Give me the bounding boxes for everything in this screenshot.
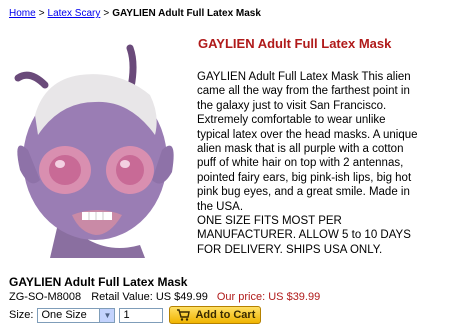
- our-price-label: Our price:: [216, 291, 266, 303]
- product-image[interactable]: [10, 40, 181, 258]
- our-price-value: US $39.99: [268, 291, 321, 303]
- quantity-input[interactable]: 1: [119, 307, 164, 323]
- breadcrumb: Home > Latex Scary > GAYLIEN Adult Full Late…: [9, 8, 261, 20]
- purchase-controls: Size: One Size ▼ 1 Add to Cart: [9, 306, 262, 324]
- product-description-block: GAYLIEN Adult Full Latex Mask This alien…: [197, 70, 419, 257]
- product-title: GAYLIEN Adult Full Latex Mask: [198, 36, 392, 51]
- chevron-down-icon: ▼: [99, 308, 115, 322]
- breadcrumb-current: GAYLIEN Adult Full Latex Mask: [112, 8, 261, 19]
- sku: ZG-SO-M8008: [9, 291, 82, 303]
- size-label: Size:: [9, 309, 34, 321]
- breadcrumb-separator: >: [103, 8, 110, 19]
- retail-label: Retail Value:: [91, 291, 153, 303]
- breadcrumb-separator: >: [38, 8, 45, 19]
- product-name: GAYLIEN Adult Full Latex Mask: [9, 275, 188, 289]
- price-line: ZG-SO-M8008 Retail Value: US $49.99 Our …: [9, 291, 320, 303]
- add-to-cart-label: Add to Cart: [195, 309, 256, 321]
- size-select-value: One Size: [41, 309, 87, 321]
- shipping-notice: ONE SIZE FITS MOST PER MANUFACTURER. ALL…: [197, 215, 411, 256]
- product-description: GAYLIEN Adult Full Latex Mask This alien…: [197, 71, 418, 213]
- breadcrumb-home-link[interactable]: Home: [9, 8, 36, 19]
- breadcrumb-category-link[interactable]: Latex Scary: [48, 8, 101, 19]
- retail-value: US $49.99: [155, 291, 208, 303]
- size-select[interactable]: One Size ▼: [37, 307, 116, 323]
- alien-mask-image: [14, 44, 174, 258]
- cart-icon: [177, 309, 191, 321]
- add-to-cart-button[interactable]: Add to Cart: [169, 306, 262, 324]
